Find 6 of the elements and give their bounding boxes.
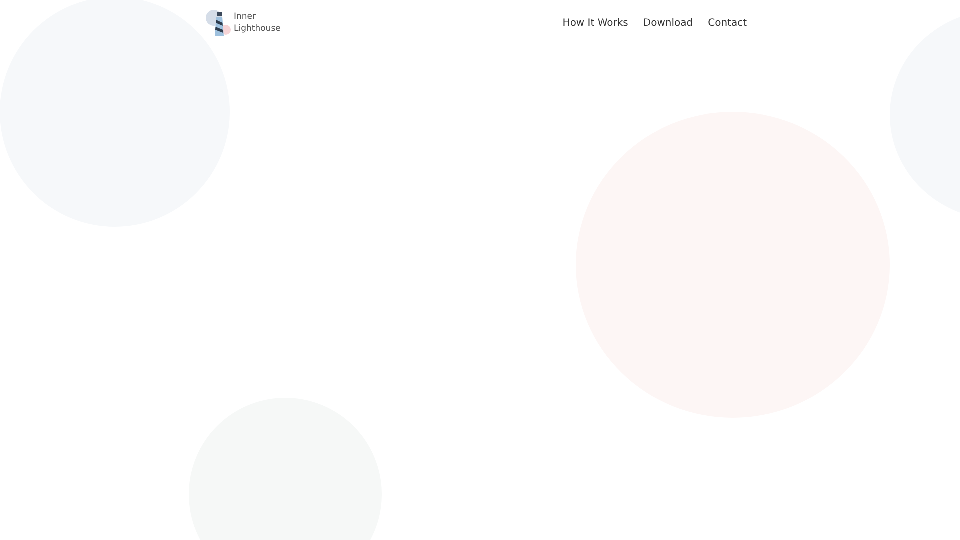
lighthouse-icon — [205, 9, 233, 37]
logo-text: Inner Lighthouse — [234, 11, 281, 35]
nav-link[interactable]: How It Works — [562, 18, 628, 28]
logo-link[interactable]: Inner Lighthouse — [205, 9, 281, 37]
nav-link[interactable]: Download — [643, 18, 694, 28]
nav-link[interactable]: Contact — [708, 18, 747, 28]
